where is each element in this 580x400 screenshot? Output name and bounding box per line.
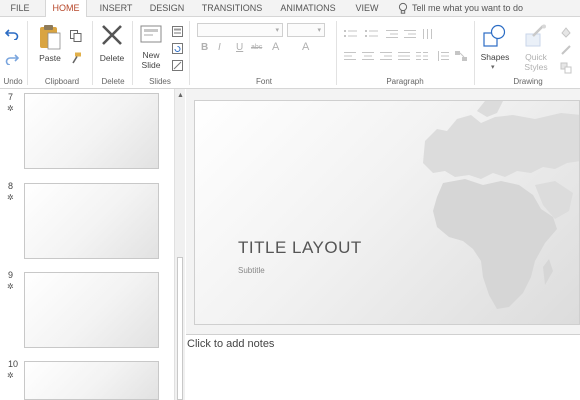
slide-title[interactable]: TITLE LAYOUT (238, 238, 362, 258)
new-slide-label-line1: New (142, 50, 160, 60)
highlight-color-button[interactable]: A (302, 41, 309, 53)
ribbon: Undo Paste Clipboard Delete Delete New S… (0, 17, 580, 89)
ribbon-tab-bar: FILE HOME INSERT DESIGN TRANSITIONS ANIM… (0, 0, 580, 18)
delete-x-icon (101, 24, 123, 51)
shapes-button[interactable]: Shapes ▾ (478, 22, 512, 74)
layout-icon[interactable] (172, 24, 183, 42)
group-label-font: Font (255, 77, 272, 86)
paste-label: Paste (39, 53, 61, 63)
chevron-down-icon: ▾ (275, 27, 279, 34)
group-divider (336, 21, 337, 85)
transition-star-icon: ✲ (7, 282, 14, 291)
thumbnail-scrollbar[interactable]: ▲ (174, 89, 185, 400)
group-label-undo: Undo (3, 77, 23, 86)
scroll-up-arrow-icon[interactable]: ▲ (177, 92, 184, 99)
reset-icon[interactable] (172, 41, 183, 59)
align-center-icon[interactable] (362, 48, 374, 66)
chevron-down-icon: ▾ (317, 27, 321, 34)
smartart-icon[interactable] (455, 48, 467, 66)
new-slide-icon (140, 24, 162, 51)
slide-thumbnail-9[interactable] (24, 272, 159, 348)
new-slide-label: New Slide (137, 50, 165, 70)
hide-slide-icon[interactable] (172, 58, 183, 76)
slide-number: 8 (8, 181, 14, 191)
tab-transitions[interactable]: TRANSITIONS (198, 0, 266, 17)
transition-star-icon: ✲ (7, 104, 14, 113)
slide-thumbnail-7[interactable] (24, 93, 159, 169)
align-left-icon[interactable] (344, 48, 356, 66)
slide-number: 7 (8, 92, 14, 102)
quick-styles-button[interactable]: Quick Styles (519, 22, 553, 74)
justify-icon[interactable] (398, 48, 410, 66)
notes-placeholder[interactable]: Click to add notes (187, 338, 274, 350)
quick-styles-icon (524, 24, 548, 53)
font-color-button[interactable]: A (272, 41, 279, 53)
italic-button[interactable]: I (218, 42, 221, 53)
font-size-dropdown[interactable]: ▾ (287, 23, 325, 37)
delete-button[interactable]: Delete (96, 22, 128, 70)
lightbulb-icon (398, 2, 408, 15)
font-family-dropdown[interactable]: ▾ (197, 23, 283, 37)
tab-home[interactable]: HOME (45, 0, 87, 18)
tab-animations[interactable]: ANIMATIONS (275, 0, 341, 17)
quick-styles-label-line2: Styles (524, 62, 548, 72)
notes-pane[interactable]: Click to add notes (186, 334, 580, 400)
group-label-slides: Slides (149, 77, 171, 86)
tab-file[interactable]: FILE (4, 0, 36, 17)
quick-styles-label: Quick Styles (517, 52, 555, 72)
group-divider (189, 21, 190, 85)
group-label-drawing: Drawing (513, 77, 543, 86)
text-direction-icon[interactable] (422, 26, 434, 44)
redo-icon[interactable] (5, 52, 20, 70)
scrollbar-thumb[interactable] (177, 257, 183, 400)
slide-subtitle[interactable]: Subtitle (238, 266, 265, 275)
quick-styles-label-line1: Quick (525, 52, 547, 62)
new-slide-label-line2: Slide (141, 60, 161, 70)
columns-icon[interactable] (416, 48, 428, 66)
group-label-paragraph: Paragraph (386, 77, 424, 86)
group-divider (27, 21, 28, 85)
group-divider (92, 21, 93, 85)
shape-outline-icon[interactable] (560, 43, 572, 61)
slide-number: 10 (8, 359, 19, 369)
shapes-label: Shapes (480, 52, 510, 62)
bullets-icon[interactable] (344, 26, 358, 44)
bold-button[interactable]: B (201, 42, 208, 53)
slide-thumbnail-panel: 7 ✲ 8 ✲ 9 ✲ 10 ✲ (0, 89, 186, 400)
undo-icon[interactable] (4, 27, 19, 45)
group-label-delete: Delete (101, 77, 125, 86)
format-painter-icon[interactable] (70, 51, 82, 69)
strikethrough-button[interactable]: abc (251, 44, 262, 51)
slide-thumbnail-10[interactable] (24, 361, 159, 400)
slide-thumbnail-8[interactable] (24, 183, 159, 259)
group-divider (132, 21, 133, 85)
underline-button[interactable]: U (236, 42, 243, 53)
slide-number: 9 (8, 270, 14, 280)
shape-fill-icon[interactable] (560, 25, 572, 43)
group-divider (474, 21, 475, 85)
increase-indent-icon[interactable] (404, 26, 416, 44)
numbering-icon[interactable] (365, 26, 379, 44)
delete-label: Delete (99, 53, 125, 63)
tab-design[interactable]: DESIGN (145, 0, 189, 17)
group-label-clipboard: Clipboard (44, 77, 80, 86)
clipboard-icon (39, 24, 61, 55)
new-slide-button[interactable]: New Slide (137, 22, 165, 74)
transition-star-icon: ✲ (7, 193, 14, 202)
current-slide-canvas[interactable]: TITLE LAYOUT Subtitle (194, 100, 580, 325)
copy-icon[interactable] (70, 29, 82, 47)
paste-button[interactable]: Paste (36, 22, 64, 70)
shapes-icon (483, 24, 507, 53)
line-spacing-icon[interactable] (437, 48, 449, 66)
tab-insert[interactable]: INSERT (95, 0, 137, 17)
tab-view[interactable]: VIEW (349, 0, 385, 17)
align-right-icon[interactable] (380, 48, 392, 66)
chevron-down-icon: ▾ (491, 64, 495, 71)
world-map-graphic (423, 101, 579, 309)
transition-star-icon: ✲ (7, 371, 14, 380)
decrease-indent-icon[interactable] (386, 26, 398, 44)
tell-me-search[interactable]: Tell me what you want to do (412, 0, 523, 16)
